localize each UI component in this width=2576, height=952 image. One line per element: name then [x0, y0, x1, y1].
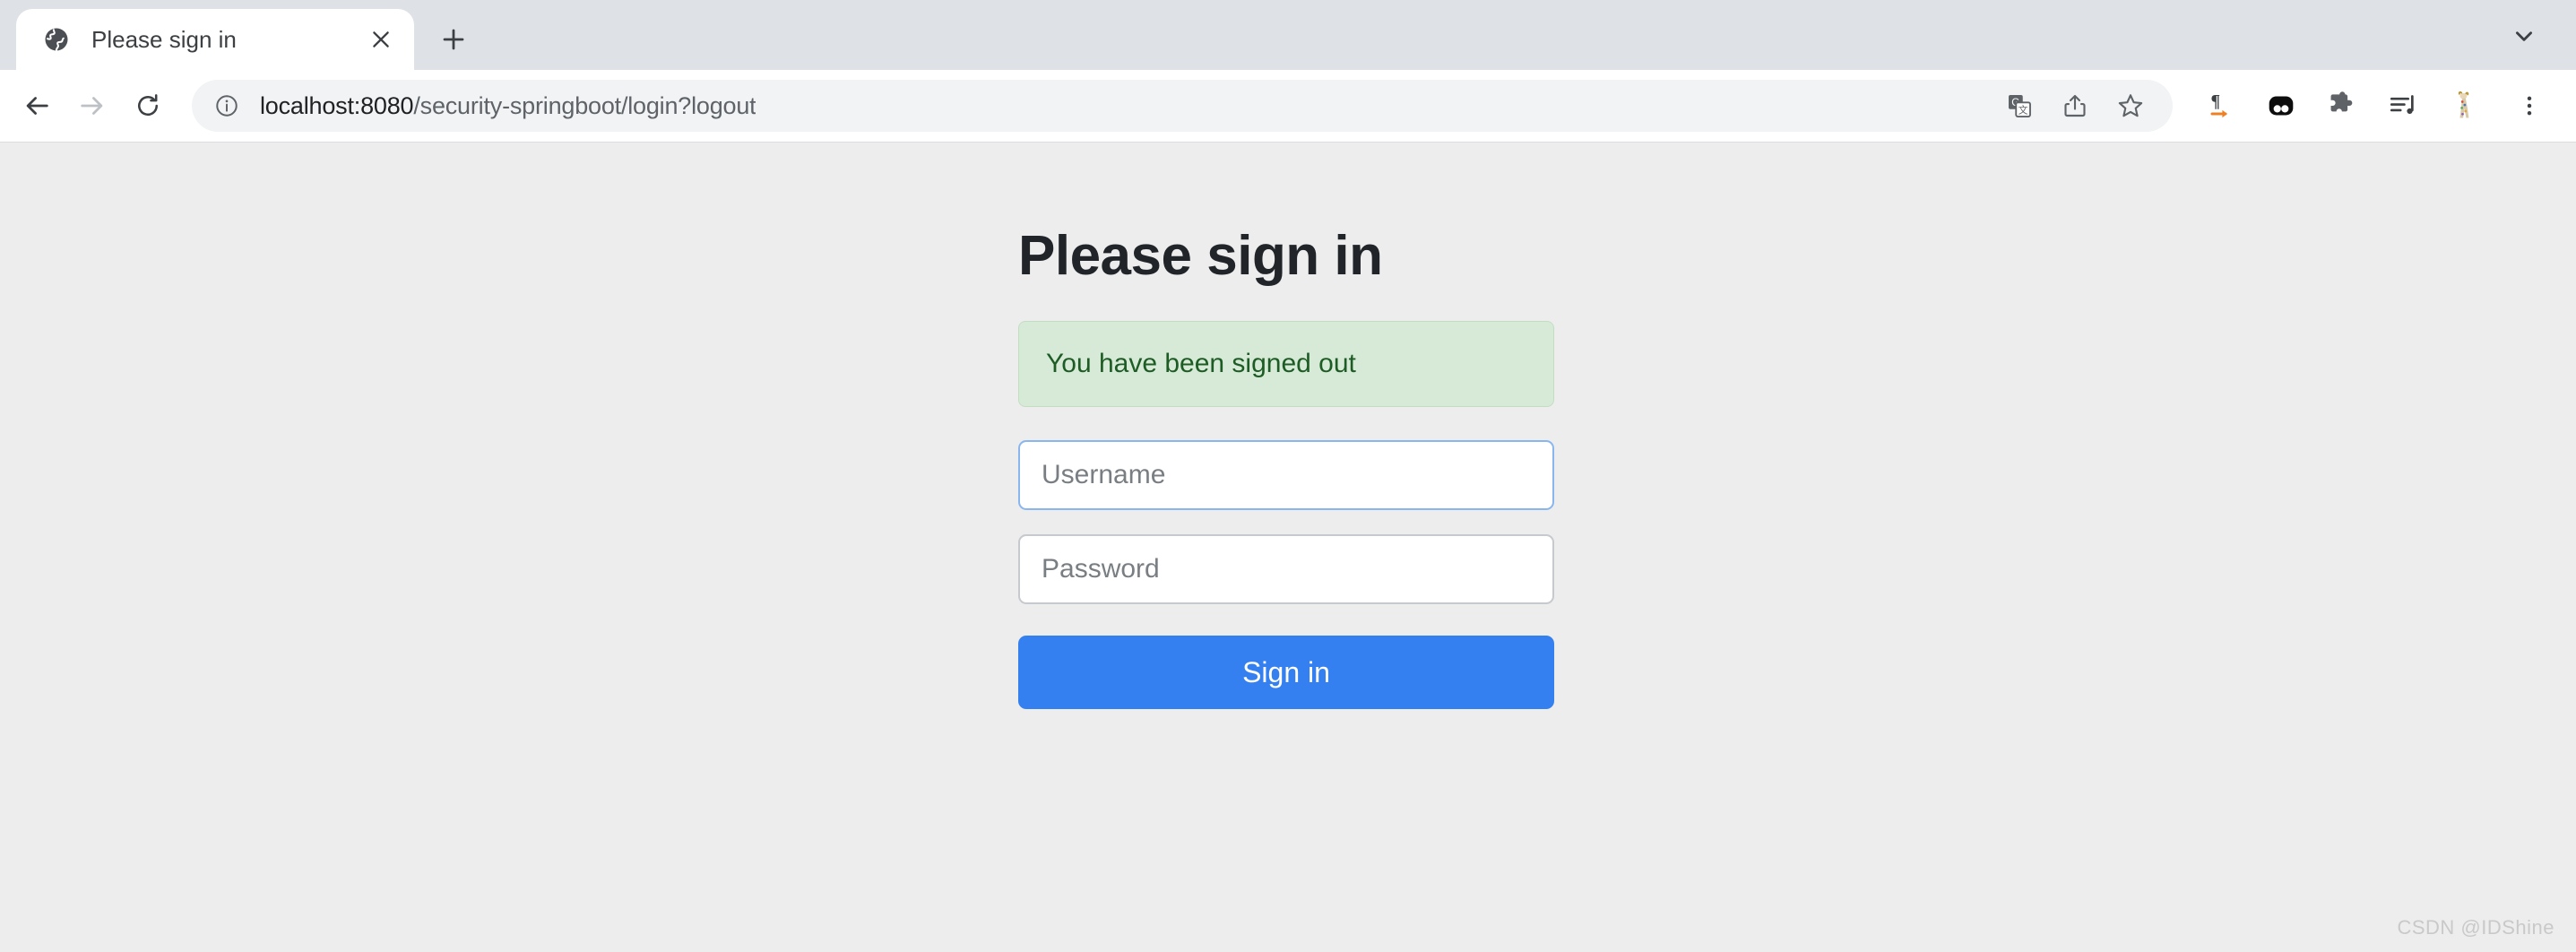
- star-icon[interactable]: [2106, 82, 2155, 130]
- omnibox-actions: G 文: [1988, 82, 2155, 130]
- tab-title: Please sign in: [91, 25, 237, 53]
- paragraph-arrow-icon[interactable]: ¶: [2194, 80, 2246, 132]
- translate-icon[interactable]: G 文: [1995, 82, 2044, 130]
- two-dots-icon[interactable]: [2255, 80, 2307, 132]
- page-viewport: Please sign in You have been signed out …: [0, 143, 2576, 952]
- url-text[interactable]: localhost:8080/security-springboot/login…: [260, 92, 756, 120]
- arrow-right-icon: [65, 78, 120, 134]
- giraffe-avatar-icon[interactable]: [2438, 80, 2490, 132]
- username-input[interactable]: [1018, 440, 1554, 511]
- arrow-left-icon[interactable]: [9, 78, 65, 134]
- info-circle-icon[interactable]: [212, 91, 242, 121]
- address-bar[interactable]: localhost:8080/security-springboot/login…: [192, 80, 2173, 132]
- url-host: localhost:8080: [260, 91, 414, 119]
- close-icon[interactable]: [360, 19, 402, 60]
- password-input[interactable]: [1018, 534, 1554, 605]
- login-form: Please sign in You have been signed out …: [1018, 225, 1554, 710]
- share-icon[interactable]: [2051, 82, 2099, 130]
- globe-icon: [41, 24, 72, 55]
- svg-text:¶: ¶: [2210, 92, 2220, 111]
- three-dot-menu-icon[interactable]: [2504, 81, 2554, 131]
- url-path: /security-springboot/login?logout: [413, 91, 756, 119]
- reload-icon[interactable]: [120, 78, 176, 134]
- page-title: Please sign in: [1018, 225, 1383, 287]
- chevron-down-icon[interactable]: [2503, 14, 2546, 57]
- tab-please-sign-in[interactable]: Please sign in: [16, 9, 414, 70]
- browser-toolbar: localhost:8080/security-springboot/login…: [0, 70, 2576, 143]
- status-badge: You have been signed out: [1018, 321, 1554, 408]
- music-list-icon[interactable]: [2377, 80, 2429, 132]
- svg-text:文: 文: [2018, 104, 2028, 116]
- puzzle-icon[interactable]: [2316, 80, 2368, 132]
- watermark: CSDN @IDShine: [2397, 916, 2554, 939]
- sign-in-button[interactable]: Sign in: [1018, 636, 1554, 710]
- plus-icon[interactable]: [428, 14, 479, 65]
- browser-window: Please sign in localhost:8080/security-s…: [0, 0, 2576, 952]
- extension-icons: ¶: [2185, 80, 2490, 132]
- tab-strip: Please sign in: [0, 0, 2576, 70]
